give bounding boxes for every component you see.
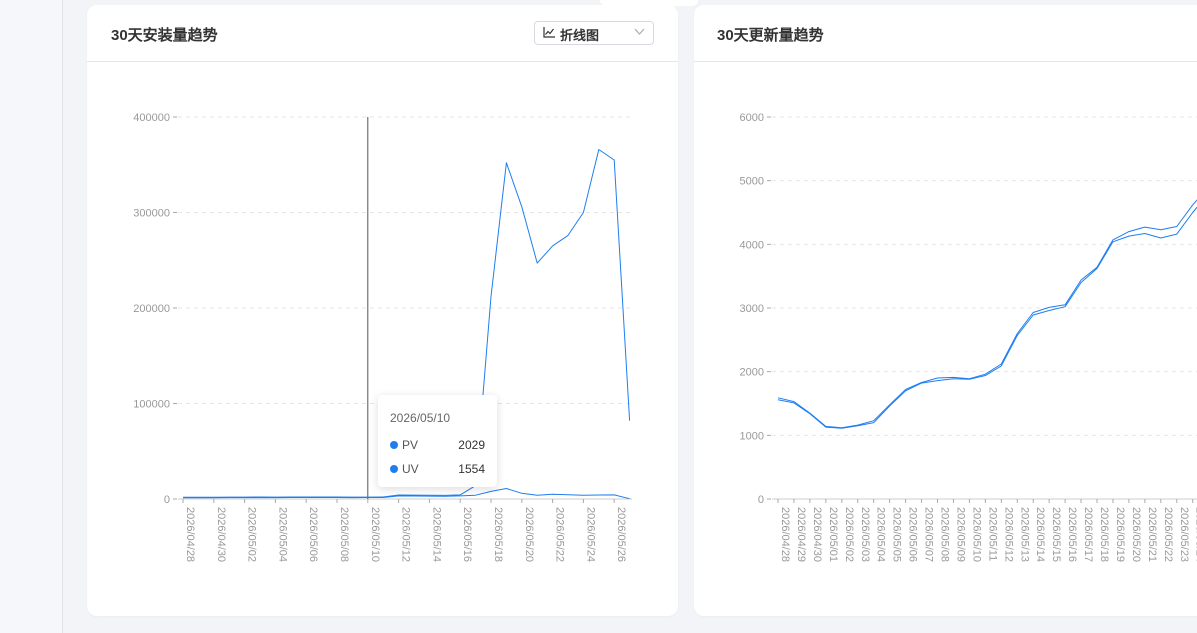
x-tick-label: 2026/05/08 [338,507,350,562]
x-tick-label: 2026/05/21 [1146,507,1158,562]
x-tick-label: 2026/04/30 [811,507,823,562]
x-tick-label: 2026/05/01 [827,507,839,562]
x-tick-label: 2026/05/14 [430,507,442,562]
x-tick-label: 2026/05/08 [939,507,951,562]
series-dot [390,441,398,449]
x-tick-label: 2026/05/26 [615,507,627,562]
x-tick-label: 2026/05/03 [859,507,871,562]
series-line-uv [182,488,630,500]
x-tick-label: 2026/05/12 [400,507,412,562]
series-dot [390,465,398,473]
y-tick-label: 4000 [740,239,764,251]
x-tick-label: 2026/05/18 [492,507,504,562]
x-tick-label: 2026/05/04 [875,507,887,562]
x-tick-label: 2026/04/28 [184,507,196,562]
x-tick-label: 2026/04/28 [779,507,791,562]
x-tick-label: 2026/05/04 [276,507,288,562]
x-tick-label: 2026/05/14 [1034,507,1046,562]
x-tick-label: 2026/05/17 [1082,507,1094,562]
x-tick-label: 2026/05/06 [907,507,919,562]
tooltip-series-name: UV [402,462,419,476]
install-line-chart: 0 100000 200000 300000 400000 2026/04/28 2026/… [133,112,632,562]
x-tick-label: 2026/05/16 [1066,507,1078,562]
update-trend-card: 30天更新量趋势 0 1000 2000 3000 4000 5000 6000 2026/0… [694,5,1197,616]
update-line-chart: 0 1000 2000 3000 4000 5000 6000 2026/04/28 2026/… [740,112,1197,562]
y-tick-label: 1000 [740,430,764,442]
install-trend-card: 30天安装量趋势 折线图 0 100000 200000 300000 400000 20… [87,5,678,616]
x-tick-label: 2026/05/22 [1162,507,1174,562]
x-tick-label: 2026/05/20 [523,507,535,562]
x-tick-label: 2026/05/10 [970,507,982,562]
x-tick-label: 2026/05/23 [1178,507,1190,562]
x-tick-label: 2026/05/16 [461,507,473,562]
y-tick-label: 400000 [133,112,170,124]
y-tick-label: 3000 [740,303,764,315]
tooltip-date: 2026/05/10 [390,411,451,425]
x-tick-label: 2026/05/05 [891,507,903,562]
x-tick-label: 2026/05/24 [584,507,596,562]
y-tick-label: 300000 [133,208,170,220]
tooltip-row-pv: PV 2029 [390,437,485,453]
x-tick-label: 2026/05/22 [554,507,566,562]
y-tick-label: 200000 [133,303,170,315]
y-tick-label: 5000 [740,176,764,188]
x-tick-label: 2026/04/29 [795,507,807,562]
series-line-uv [777,206,1197,429]
x-tick-label: 2026/05/19 [1114,507,1126,562]
tooltip-row-uv: UV 1554 [390,461,485,477]
x-tick-label: 2026/05/09 [954,507,966,562]
chart-tooltip: 2026/05/10 PV 2029 UV 1554 [378,395,497,487]
x-tick-label: 2026/05/02 [246,507,258,562]
series-line-pv [777,199,1197,429]
y-tick-label: 0 [758,494,764,506]
sidebar-rail [0,0,63,633]
x-tick-label: 2026/05/02 [843,507,855,562]
y-tick-label: 0 [164,494,170,506]
x-tick-label: 2026/05/15 [1050,507,1062,562]
tooltip-series-value: 2029 [458,438,485,452]
y-tick-label: 2000 [740,367,764,379]
tooltip-series-name: PV [402,438,419,452]
x-tick-label: 2026/05/18 [1098,507,1110,562]
x-tick-label: 2026/05/13 [1018,507,1030,562]
x-tick-label: 2026/05/20 [1130,507,1142,562]
x-tick-label: 2026/04/30 [215,507,227,562]
y-tick-label: 100000 [133,399,170,411]
x-tick-label: 2026/05/10 [369,507,381,562]
x-tick-label: 2026/05/11 [986,507,998,561]
y-tick-label: 6000 [740,112,764,124]
x-tick-label: 2026/05/06 [307,507,319,562]
x-tick-label: 2026/05/12 [1002,507,1014,562]
x-tick-label: 2026/05/07 [923,507,935,562]
tooltip-series-value: 1554 [458,462,485,476]
